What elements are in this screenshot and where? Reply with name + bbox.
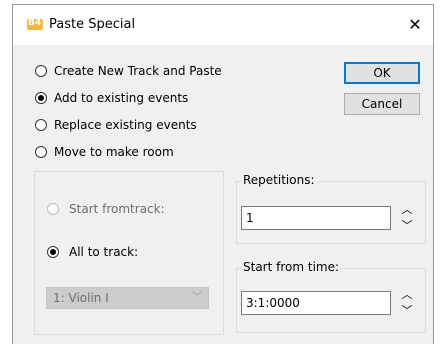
- start-from-time-label: Start from time:: [241, 260, 342, 274]
- close-button[interactable]: ✕: [401, 11, 429, 39]
- ok-button[interactable]: OK: [344, 62, 420, 84]
- chevron-down-icon: ﹀: [192, 292, 202, 303]
- paste-special-dialog: B4 Paste Special ✕ Create New Track and …: [12, 4, 434, 344]
- radio-add-to-existing[interactable]: Add to existing events: [35, 89, 188, 107]
- app-icon: B4: [27, 18, 43, 30]
- radio-label: Move to make room: [54, 145, 174, 159]
- radio-label: Start fromtrack:: [69, 202, 165, 216]
- start-from-time-input[interactable]: 3:1:0000: [241, 291, 391, 315]
- radio-label: Replace existing events: [54, 118, 197, 132]
- start-time-spin-up-icon[interactable]: ︿: [401, 289, 413, 300]
- radio-button[interactable]: [35, 92, 47, 104]
- radio-button[interactable]: [35, 119, 47, 131]
- track-select-value: 1: Violin I: [53, 291, 109, 305]
- radio-button[interactable]: [35, 65, 47, 77]
- repetitions-label: Repetitions:: [241, 173, 317, 187]
- repetitions-spin-up-icon[interactable]: ︿: [401, 204, 413, 215]
- start-time-spin-down-icon[interactable]: ﹀: [401, 305, 413, 316]
- radio-move-to-make-room[interactable]: Move to make room: [35, 143, 174, 161]
- repetitions-spin-down-icon[interactable]: ﹀: [401, 220, 413, 231]
- radio-button[interactable]: [35, 146, 47, 158]
- radio-button[interactable]: [47, 246, 59, 258]
- app-icon-text: B4: [28, 18, 42, 28]
- radio-create-new-track[interactable]: Create New Track and Paste: [35, 62, 222, 80]
- radio-label: Add to existing events: [54, 91, 189, 105]
- radio-replace-existing[interactable]: Replace existing events: [35, 116, 197, 134]
- cancel-button[interactable]: Cancel: [344, 93, 420, 115]
- radio-button[interactable]: [47, 203, 59, 215]
- repetitions-input[interactable]: 1: [241, 206, 391, 230]
- radio-start-fromtrack[interactable]: Start fromtrack:: [47, 200, 165, 218]
- track-select[interactable]: 1: Violin I ﹀: [46, 287, 209, 309]
- title-bar: B4 Paste Special ✕: [13, 5, 433, 45]
- radio-label: Create New Track and Paste: [54, 64, 222, 78]
- radio-label: All to track:: [69, 245, 139, 259]
- radio-all-to-track[interactable]: All to track:: [47, 243, 138, 261]
- dialog-title: Paste Special: [49, 17, 136, 32]
